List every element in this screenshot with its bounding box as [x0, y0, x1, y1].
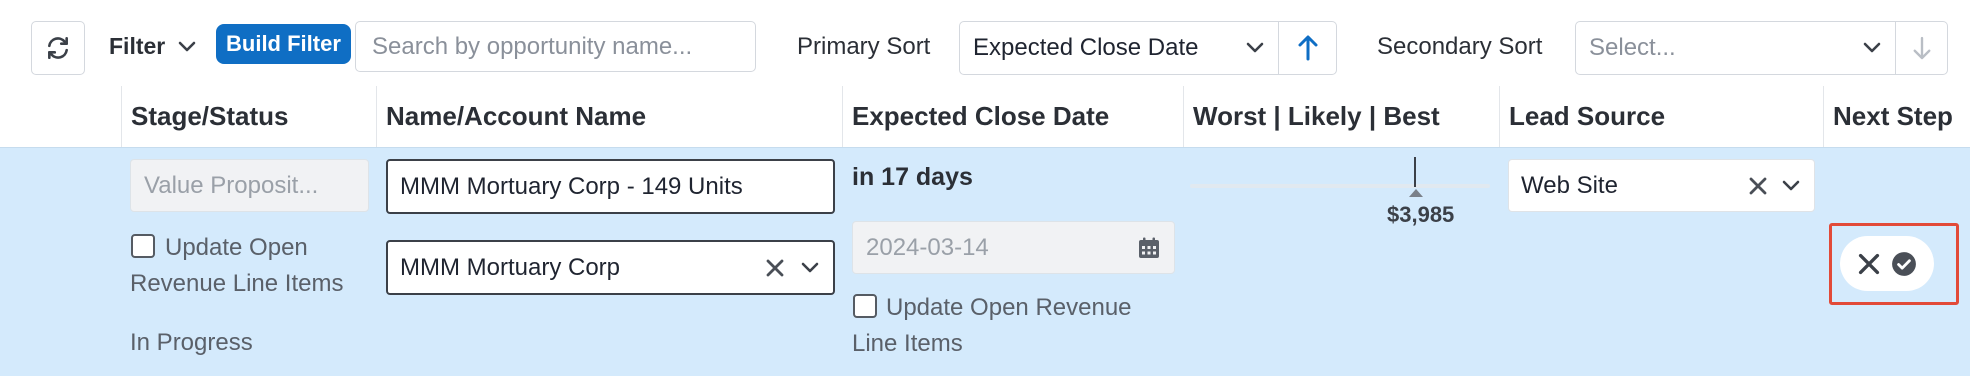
- filter-label: Filter: [109, 33, 166, 59]
- close-date-input: 2024-03-14: [852, 221, 1175, 274]
- lead-source-value: Web Site: [1521, 171, 1618, 199]
- likely-amount: $3,985: [1387, 202, 1455, 227]
- update-rli-label-line-1: Update Open: [165, 234, 308, 261]
- likely-pointer-icon: [1409, 189, 1423, 197]
- column-header-name-account[interactable]: Name/Account Name: [376, 86, 842, 147]
- search-input[interactable]: [355, 21, 756, 72]
- close-date-relative: in 17 days: [852, 163, 973, 191]
- primary-sort-label: Primary Sort: [797, 33, 931, 60]
- secondary-sort-label: Secondary Sort: [1377, 33, 1543, 60]
- column-header-expected-close-date[interactable]: Expected Close Date: [842, 86, 1183, 147]
- calendar-icon: [1139, 237, 1159, 258]
- cancel-icon[interactable]: [1857, 252, 1881, 276]
- column-header-lead-source[interactable]: Lead Source: [1499, 86, 1823, 147]
- status-text: In Progress: [130, 329, 253, 356]
- clear-icon[interactable]: [1748, 176, 1768, 196]
- chevron-down-icon: [801, 262, 819, 272]
- filter-toggle[interactable]: Filter: [109, 33, 197, 60]
- clear-icon[interactable]: [765, 258, 785, 278]
- list-header: Stage/Status Name/Account Name Expected …: [0, 86, 1970, 147]
- account-name-select[interactable]: MMM Mortuary Corp: [386, 240, 835, 295]
- stage-field: Value Proposit...: [130, 159, 369, 212]
- primary-sort-select[interactable]: Expected Close Date: [959, 21, 1279, 75]
- account-name-value: MMM Mortuary Corp: [400, 253, 621, 281]
- update-rli-date-label-line-2: Line Items: [852, 330, 963, 357]
- secondary-sort-select[interactable]: Select...: [1575, 21, 1896, 75]
- build-filter-button[interactable]: Build Filter: [216, 24, 351, 64]
- close-date-value: 2024-03-14: [866, 233, 989, 261]
- column-header-next-step[interactable]: Next Step: [1823, 86, 1970, 147]
- arrow-up-icon: [1298, 35, 1317, 61]
- forecast-range-track: [1190, 184, 1490, 188]
- row-actions: [1840, 236, 1934, 291]
- update-rli-checkbox-group[interactable]: Update Open Revenue Line Items: [130, 230, 370, 302]
- chevron-down-icon: [178, 41, 196, 51]
- arrow-down-icon: [1913, 36, 1930, 60]
- update-rli-date-label-line-1: Update Open Revenue: [886, 294, 1132, 321]
- secondary-sort-placeholder: Select...: [1589, 34, 1676, 61]
- chevron-down-icon: [1782, 180, 1800, 190]
- column-header-worst-likely-best[interactable]: Worst | Likely | Best: [1183, 86, 1499, 147]
- chevron-down-icon: [1246, 42, 1264, 53]
- update-rli-date-checkbox-group[interactable]: Update Open Revenue Line Items: [852, 290, 1172, 362]
- row-actions-highlight: [1829, 223, 1959, 305]
- lead-source-select[interactable]: Web Site: [1508, 159, 1815, 212]
- save-icon[interactable]: [1891, 251, 1917, 277]
- secondary-sort-direction-button[interactable]: [1896, 21, 1948, 75]
- likely-marker: [1414, 157, 1416, 187]
- update-rli-checkbox[interactable]: [131, 234, 155, 258]
- refresh-button[interactable]: [31, 21, 85, 75]
- opportunity-name-input[interactable]: MMM Mortuary Corp - 149 Units: [386, 159, 835, 214]
- table-row: Value Proposit... Update Open Revenue Li…: [0, 147, 1970, 376]
- primary-sort-direction-button[interactable]: [1279, 21, 1337, 75]
- list-toolbar: Filter Build Filter Primary Sort Expecte…: [0, 0, 1970, 90]
- update-rli-date-checkbox[interactable]: [853, 294, 877, 318]
- chevron-down-icon: [1863, 42, 1881, 53]
- refresh-icon: [48, 36, 68, 60]
- column-header-stage-status[interactable]: Stage/Status: [121, 86, 376, 147]
- update-rli-label-line-2: Revenue Line Items: [130, 270, 344, 297]
- primary-sort-value: Expected Close Date: [973, 34, 1199, 61]
